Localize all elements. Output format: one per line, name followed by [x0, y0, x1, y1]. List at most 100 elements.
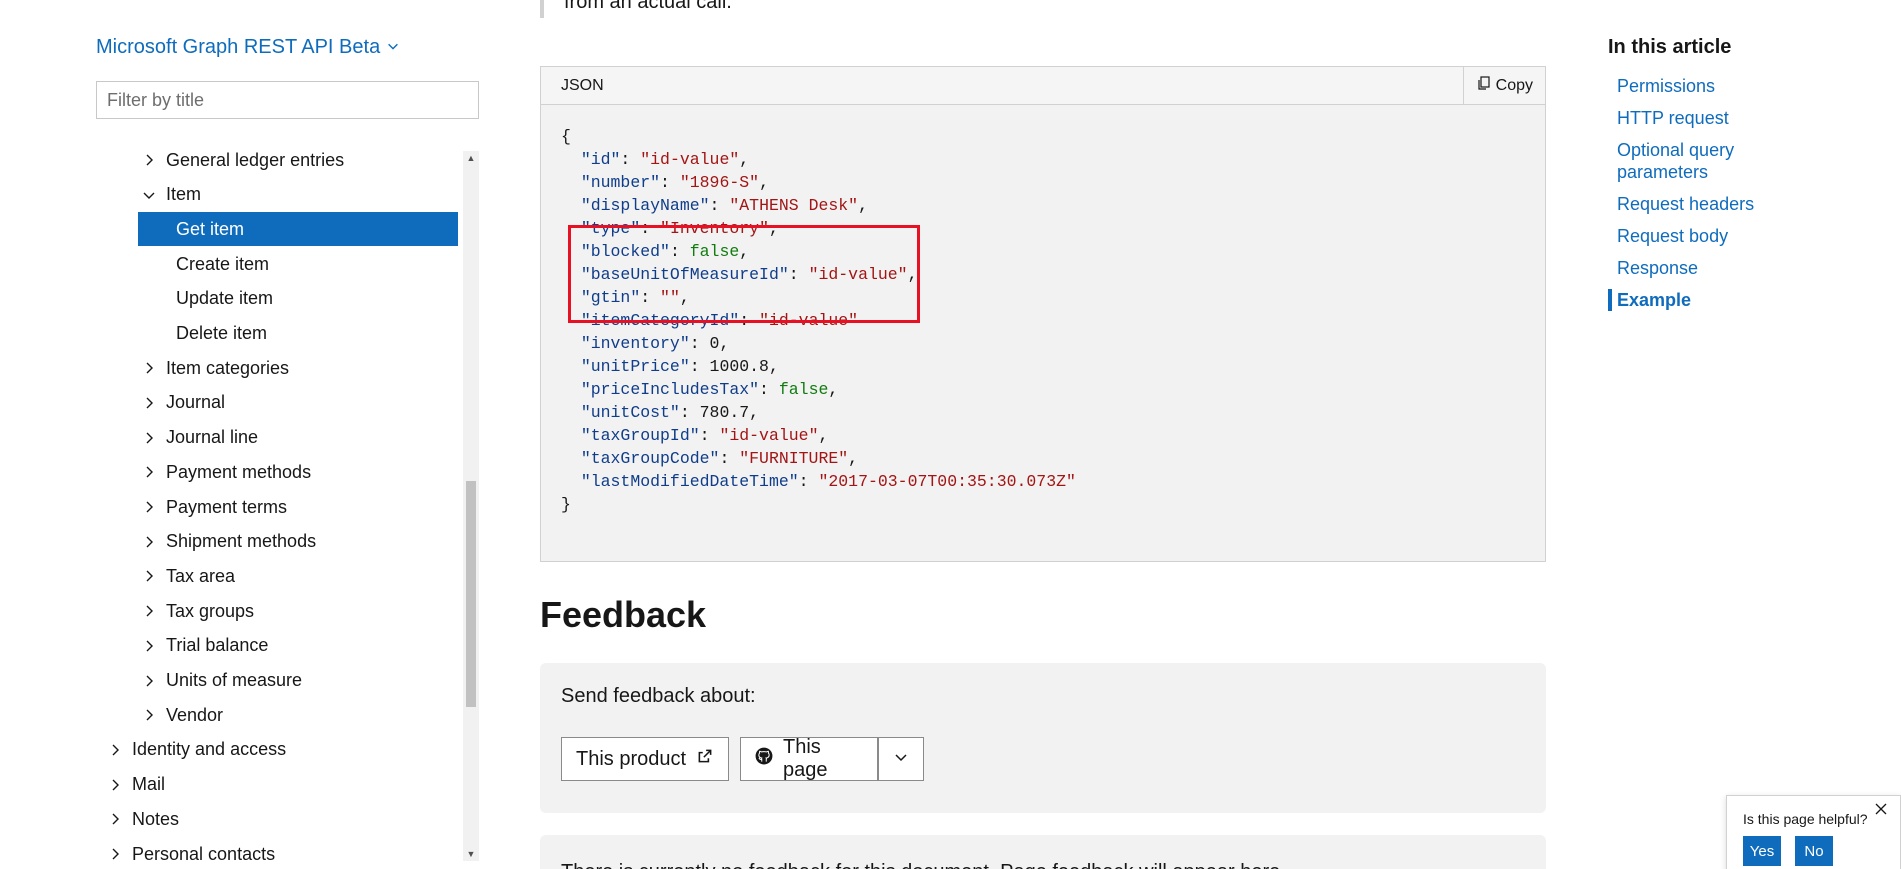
article-outline-link[interactable]: Request headers	[1608, 193, 1808, 215]
article-outline-link[interactable]: HTTP request	[1608, 107, 1808, 129]
toc-item[interactable]: Payment methods	[96, 455, 458, 489]
code-token: "inventory"	[580, 334, 690, 353]
chevron-right-icon	[108, 847, 122, 861]
code-token: ,	[768, 219, 779, 238]
code-token: "id-value"	[759, 311, 859, 330]
scroll-up-arrow-icon[interactable]: ▲	[463, 151, 479, 165]
code-token: "itemCategoryId"	[580, 311, 740, 330]
toc-item-label: Update item	[176, 288, 274, 309]
code-token: "lastModifiedDateTime"	[580, 472, 799, 491]
chevron-right-icon	[142, 431, 156, 445]
toc-item[interactable]: Trial balance	[96, 629, 458, 663]
chevron-right-icon	[108, 812, 122, 826]
copy-label: Copy	[1495, 76, 1533, 94]
chevron-right-icon	[142, 569, 156, 583]
code-token: ,	[818, 426, 829, 445]
toc-item[interactable]: Shipment methods	[96, 525, 458, 559]
this-page-button[interactable]: This page	[740, 736, 878, 781]
code-token: "id-value"	[640, 150, 740, 169]
helpful-yes-button[interactable]: Yes	[1743, 836, 1781, 866]
close-icon[interactable]	[1874, 802, 1892, 820]
toc-item[interactable]: Personal contacts	[96, 837, 458, 861]
toc-item-label: Tax area	[166, 565, 236, 586]
code-line: "unitCost": 780.7,	[561, 401, 1525, 424]
chevron-right-icon	[142, 153, 156, 167]
chevron-right-icon	[142, 500, 156, 514]
toc-item[interactable]: Item	[96, 178, 458, 212]
toc-item[interactable]: Journal	[96, 386, 458, 420]
code-language-label: JSON	[561, 76, 604, 94]
toc-item[interactable]: Vendor	[96, 698, 458, 732]
this-product-button[interactable]: This product	[561, 737, 730, 781]
code-line: {	[561, 125, 1525, 148]
toc-item[interactable]: Create item	[138, 247, 458, 281]
copy-button[interactable]: Copy	[1462, 66, 1545, 105]
scroll-thumb[interactable]	[466, 481, 476, 707]
toc-item[interactable]: Journal line	[96, 421, 458, 455]
code-token: 1000.8	[709, 357, 769, 376]
chevron-down-icon	[142, 188, 156, 202]
scroll-down-arrow-icon[interactable]: ▼	[463, 847, 479, 861]
toc-item[interactable]: Mail	[96, 768, 458, 802]
left-navigation: Microsoft Graph REST API Beta General le…	[0, 0, 480, 869]
code-token: ""	[660, 288, 680, 307]
copy-icon	[1476, 75, 1492, 96]
toc-item[interactable]: Tax groups	[96, 594, 458, 628]
this-page-label: This page	[783, 736, 828, 781]
code-line: "unitPrice": 1000.8,	[561, 355, 1525, 378]
toc-item[interactable]: Delete item	[138, 317, 458, 351]
helpful-question: Is this page helpful?	[1743, 811, 1868, 827]
toc-item[interactable]: Notes	[96, 802, 458, 836]
code-token: "id-value"	[719, 426, 819, 445]
toc-item[interactable]: Identity and access	[96, 733, 458, 767]
toc-item[interactable]: Item categories	[96, 351, 458, 385]
article-outline-link[interactable]: Request body	[1608, 225, 1808, 247]
article-outline-link[interactable]: Permissions	[1608, 75, 1808, 97]
code-line: "gtin": "",	[561, 286, 1525, 309]
code-token: :	[679, 403, 700, 422]
in-this-article-rail: In this article Permissions HTTP request O…	[1608, 0, 1878, 869]
toc-item[interactable]: Units of measure	[96, 664, 458, 698]
toc-item-label: Item categories	[166, 357, 290, 378]
chevron-right-icon	[142, 361, 156, 375]
toc-item[interactable]: General ledger entries	[96, 147, 458, 177]
article-outline-link[interactable]: Optional query parameters	[1608, 139, 1808, 183]
code-line: "itemCategoryId": "id-value"	[561, 309, 1525, 332]
toc-item[interactable]: Payment terms	[96, 490, 458, 524]
code-line: "blocked": false,	[561, 240, 1525, 263]
chevron-right-icon	[142, 708, 156, 722]
toc-item-label: Notes	[132, 808, 180, 829]
toc-item[interactable]: Update item	[138, 282, 458, 316]
toc-item-label: Create item	[176, 253, 270, 274]
feedback-dropdown-button[interactable]	[878, 737, 924, 781]
toc-scrollbar[interactable]: ▲ ▼	[463, 151, 479, 861]
toc-item[interactable]: Tax area	[96, 559, 458, 593]
code-token: :	[669, 242, 690, 261]
toc-item-label: Payment terms	[166, 496, 288, 517]
helpful-no-button[interactable]: No	[1795, 836, 1833, 866]
code-line: "taxGroupCode": "FURNITURE",	[561, 447, 1525, 470]
code-token: {	[561, 127, 571, 146]
article-outline-link[interactable]: Response	[1608, 257, 1808, 279]
code-token: "baseUnitOfMeasureId"	[580, 265, 789, 284]
filter-by-title-input[interactable]	[96, 81, 479, 119]
chevron-down-icon	[386, 36, 400, 59]
code-token: "blocked"	[580, 242, 670, 261]
code-token: :	[719, 449, 740, 468]
feedback-heading: Feedback	[540, 594, 707, 635]
chevron-right-icon	[142, 604, 156, 618]
code-token: 0	[709, 334, 720, 353]
product-title-dropdown[interactable]: Microsoft Graph REST API Beta	[96, 36, 400, 59]
toc-item[interactable]: Get item	[138, 212, 458, 247]
code-line: "displayName": "ATHENS Desk",	[561, 194, 1525, 217]
toc-item-label: Trial balance	[166, 635, 269, 656]
article-outline-link[interactable]: Example	[1608, 289, 1808, 311]
chevron-right-icon	[108, 743, 122, 757]
code-token: "priceIncludesTax"	[580, 380, 760, 399]
